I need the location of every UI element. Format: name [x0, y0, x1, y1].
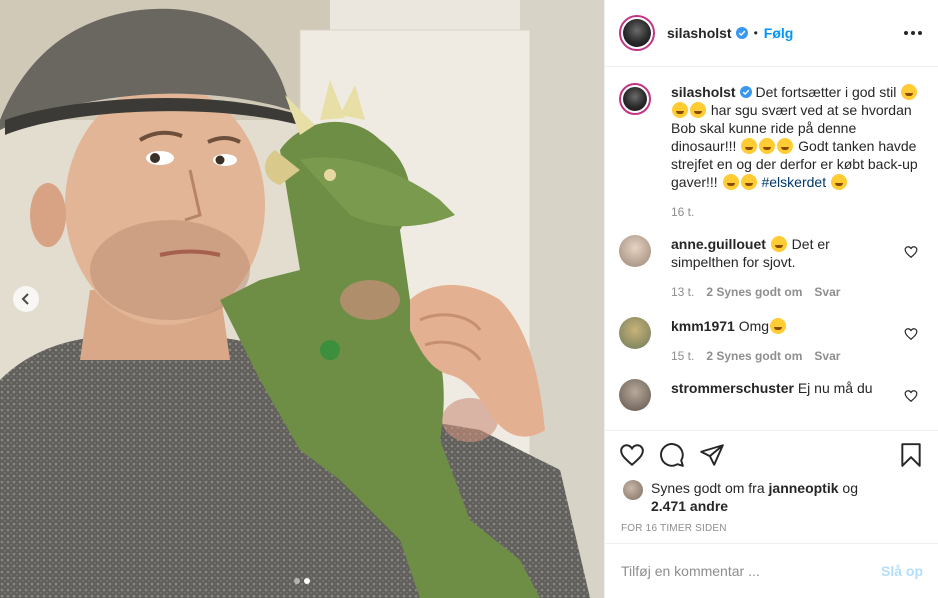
post-photo[interactable] [0, 0, 604, 598]
caption-text: silasholst Det fortsætter i god stil har… [671, 83, 922, 191]
liker-avatar[interactable] [623, 480, 643, 500]
laughing-emoji-icon [901, 84, 918, 100]
post-timestamp[interactable]: FOR 16 TIMER SIDEN [605, 515, 938, 543]
comment-icon[interactable] [659, 442, 685, 468]
header-separator: • [753, 26, 758, 40]
more-options-button[interactable] [904, 25, 922, 41]
author-username[interactable]: silasholst [667, 25, 732, 41]
reply-button[interactable]: Svar [814, 285, 840, 299]
laughing-emoji-icon [777, 138, 794, 154]
caption-meta: 16 t. [671, 205, 922, 219]
laughing-emoji-icon [741, 138, 758, 154]
carousel-dot [294, 578, 300, 584]
laughing-emoji-icon [722, 174, 739, 190]
reply-button[interactable]: Svar [814, 349, 840, 363]
comment-input[interactable] [621, 563, 881, 579]
more-icon [904, 31, 908, 35]
caption-part1: Det fortsætter i god stil [751, 84, 901, 100]
caption-time[interactable]: 16 t. [671, 205, 694, 219]
bookmark-icon[interactable] [898, 442, 924, 468]
rofl-emoji-icon [770, 236, 787, 252]
comments-list[interactable]: silasholst Det fortsætter i god stil har… [605, 67, 938, 431]
comment-likes[interactable]: 2 Synes godt om [706, 285, 802, 299]
comment-item: strommerschuster Ej nu må du [619, 379, 922, 411]
commenter-avatar[interactable] [619, 379, 651, 411]
add-comment-bar: Slå op [605, 543, 938, 598]
follow-button[interactable]: Følg [764, 25, 794, 41]
likes-middle: og [838, 480, 858, 496]
laughing-emoji-icon [740, 174, 757, 190]
carousel-prev-button[interactable] [13, 286, 39, 312]
carousel-dot-active [304, 578, 310, 584]
carousel-indicators [0, 578, 604, 584]
chevron-left-icon [21, 293, 29, 305]
post-sidebar: silasholst • Følg silasholst Det fortsæt… [604, 0, 938, 598]
caption: silasholst Det fortsætter i god stil har… [619, 83, 922, 219]
verified-icon [735, 27, 748, 39]
caption-username[interactable]: silasholst [671, 84, 736, 100]
comment-likes[interactable]: 2 Synes godt om [706, 349, 802, 363]
comment-item: kmm1971 Omg 15 t. 2 Synes godt om Svar [619, 317, 922, 363]
heart-icon[interactable] [904, 327, 918, 341]
likes-prefix: Synes godt om fra [651, 480, 769, 496]
comment-item: anne.guillouet Det er simpelthen for sjo… [619, 235, 922, 299]
photo-image [0, 0, 604, 598]
verified-icon [739, 86, 752, 98]
comment-text: Ej nu må du [793, 380, 873, 396]
post-comment-button[interactable]: Slå op [881, 563, 923, 579]
commenter-username[interactable]: anne.guillouet [671, 236, 766, 252]
commenter-username[interactable]: strommerschuster [671, 380, 794, 396]
like-heart-icon[interactable] [619, 442, 645, 468]
share-icon[interactable] [699, 442, 725, 468]
laughing-emoji-icon [672, 102, 688, 118]
likes-summary: Synes godt om fra janneoptik og 2.471 an… [605, 479, 938, 515]
action-bar [605, 431, 938, 479]
comment-time[interactable]: 13 t. [671, 285, 694, 299]
laughing-emoji-icon [690, 102, 706, 118]
comment-time[interactable]: 15 t. [671, 349, 694, 363]
heart-icon[interactable] [904, 245, 918, 259]
likes-count[interactable]: 2.471 andre [651, 498, 728, 514]
post-header: silasholst • Følg [605, 0, 938, 67]
heart-icon[interactable] [904, 389, 918, 403]
laughing-emoji-icon [759, 138, 776, 154]
author-avatar[interactable] [619, 15, 655, 51]
comment-text: Omg [734, 318, 770, 334]
laughing-emoji-icon [830, 174, 847, 190]
caption-avatar[interactable] [619, 83, 651, 115]
commenter-avatar[interactable] [619, 317, 651, 349]
commenter-username[interactable]: kmm1971 [671, 318, 735, 334]
commenter-avatar[interactable] [619, 235, 651, 267]
rofl-emoji-icon [770, 318, 787, 334]
hashtag-link[interactable]: #elskerdet [761, 174, 826, 190]
liker-username[interactable]: janneoptik [769, 480, 839, 496]
